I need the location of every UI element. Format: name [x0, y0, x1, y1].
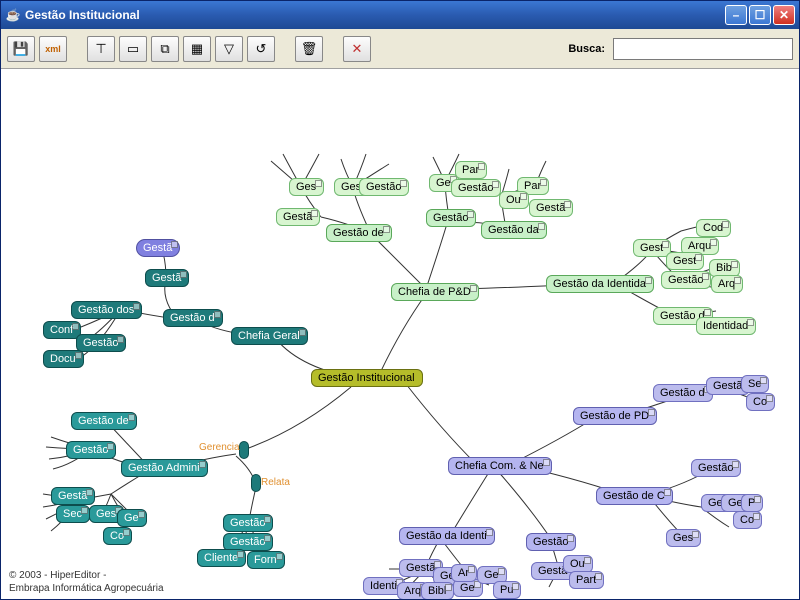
- node-teal[interactable]: Gestã: [145, 269, 189, 287]
- tool-copy-button[interactable]: ⧉: [151, 36, 179, 62]
- node-mint[interactable]: Gestã: [276, 208, 320, 226]
- tool-link-button[interactable]: ▽: [215, 36, 243, 62]
- pill-relata[interactable]: [251, 474, 261, 492]
- node-lav[interactable]: Gestão da Identi: [399, 527, 495, 545]
- node-lav[interactable]: Gestão de C: [596, 487, 673, 505]
- delete-button[interactable]: 🗑: [295, 36, 323, 62]
- node-lav[interactable]: Gestão: [691, 459, 741, 477]
- close-button[interactable]: ✕: [773, 5, 795, 25]
- node-teal[interactable]: Gestão dos: [71, 301, 142, 319]
- node-gestao-admin[interactable]: Gestão Admini: [121, 459, 208, 477]
- tool-node-button[interactable]: ⊤: [87, 36, 115, 62]
- remove-button[interactable]: ✕: [343, 36, 371, 62]
- footer: © 2003 - HiperEditor - Embrapa Informáti…: [9, 569, 164, 595]
- node-lav[interactable]: Bibl: [421, 582, 454, 599]
- node-lav[interactable]: Co: [733, 511, 762, 529]
- pill-gerencia[interactable]: [239, 441, 249, 459]
- maximize-button[interactable]: ☐: [749, 5, 771, 25]
- node-teal[interactable]: Conf: [43, 321, 81, 339]
- node-lav[interactable]: Gestão de PD: [573, 407, 657, 425]
- node-root[interactable]: Gestão Institucional: [311, 369, 423, 387]
- node-lav[interactable]: Gestão d: [653, 384, 713, 402]
- node-teal[interactable]: Co: [103, 527, 132, 545]
- node-mint[interactable]: Gestão: [426, 209, 476, 227]
- node-chefia-pd[interactable]: Chefia de P&D: [391, 283, 479, 301]
- node-mint[interactable]: Identidad: [696, 317, 756, 335]
- node-chefia-geral[interactable]: Chefia Geral: [231, 327, 308, 345]
- node-mint[interactable]: Gestã: [529, 199, 573, 217]
- node-teal[interactable]: Ge: [117, 509, 147, 527]
- node-teal[interactable]: Forn: [247, 551, 285, 569]
- node-lav[interactable]: Pu: [493, 581, 521, 599]
- footer-line1: © 2003 - HiperEditor -: [9, 569, 164, 582]
- xml-button[interactable]: xml: [39, 36, 67, 62]
- node-teal[interactable]: Gestã: [51, 487, 95, 505]
- node-lav[interactable]: Part: [569, 571, 604, 589]
- node-teal[interactable]: Gestão: [76, 334, 126, 352]
- toolbar: 💾 xml ⊤ ▭ ⧉ ▦ ▽ ↺ 🗑 ✕ Busca:: [1, 29, 799, 69]
- node-teal[interactable]: Gestão: [66, 441, 116, 459]
- label-gerencia: Gerencia: [199, 442, 240, 453]
- undo-button[interactable]: ↺: [247, 36, 275, 62]
- node-lav[interactable]: Co: [746, 393, 775, 411]
- node-mint[interactable]: Par: [455, 161, 487, 179]
- save-button[interactable]: 💾: [7, 36, 35, 62]
- node-lav[interactable]: Ar: [451, 564, 477, 582]
- node-teal[interactable]: Gestão de: [71, 412, 137, 430]
- node-lav[interactable]: Gestão: [526, 533, 576, 551]
- mindmap-canvas[interactable]: Gestão Institucional Chefia Geral Gestão…: [1, 69, 799, 599]
- node-mint[interactable]: Gestão da: [481, 221, 547, 239]
- node-lav[interactable]: Se: [741, 375, 769, 393]
- footer-line2: Embrapa Informática Agropecuária: [9, 582, 164, 595]
- node-mint[interactable]: Arq: [711, 275, 743, 293]
- node-mint[interactable]: Gestão: [359, 178, 409, 196]
- minimize-button[interactable]: –: [725, 5, 747, 25]
- titlebar: ☕ Gestão Institucional – ☐ ✕: [1, 1, 799, 29]
- node-mint[interactable]: Ou: [499, 191, 529, 209]
- node-mint[interactable]: Cod: [696, 219, 731, 237]
- node-mint[interactable]: Gest: [666, 252, 704, 270]
- node-mint[interactable]: Ges: [289, 178, 324, 196]
- window-title: Gestão Institucional: [25, 8, 723, 22]
- node-teal[interactable]: Docu: [43, 350, 84, 368]
- search-input[interactable]: [613, 38, 793, 60]
- node-teal[interactable]: Gestão d: [163, 309, 223, 327]
- node-lav[interactable]: P: [741, 494, 763, 512]
- node-teal[interactable]: Gestã: [136, 239, 180, 257]
- tool-paste-button[interactable]: ▦: [183, 36, 211, 62]
- node-mint[interactable]: Gestão: [661, 271, 711, 289]
- node-mint[interactable]: Gest: [633, 239, 671, 257]
- tool-box-button[interactable]: ▭: [119, 36, 147, 62]
- node-teal[interactable]: Gestão: [223, 514, 273, 532]
- java-icon: ☕: [5, 7, 21, 23]
- node-mint[interactable]: Gestão da Identida: [546, 275, 654, 293]
- search-label: Busca:: [568, 43, 605, 55]
- node-mint[interactable]: Gestão: [451, 179, 501, 197]
- node-teal[interactable]: Sec: [56, 505, 90, 523]
- label-relata: Relata: [261, 477, 290, 488]
- app-window: ☕ Gestão Institucional – ☐ ✕ 💾 xml ⊤ ▭ ⧉…: [0, 0, 800, 600]
- node-chefia-com[interactable]: Chefia Com. & Ne: [448, 457, 552, 475]
- node-mint[interactable]: Gestão de: [326, 224, 392, 242]
- node-teal[interactable]: Cliente: [197, 549, 246, 567]
- node-lav[interactable]: Ges: [666, 529, 701, 547]
